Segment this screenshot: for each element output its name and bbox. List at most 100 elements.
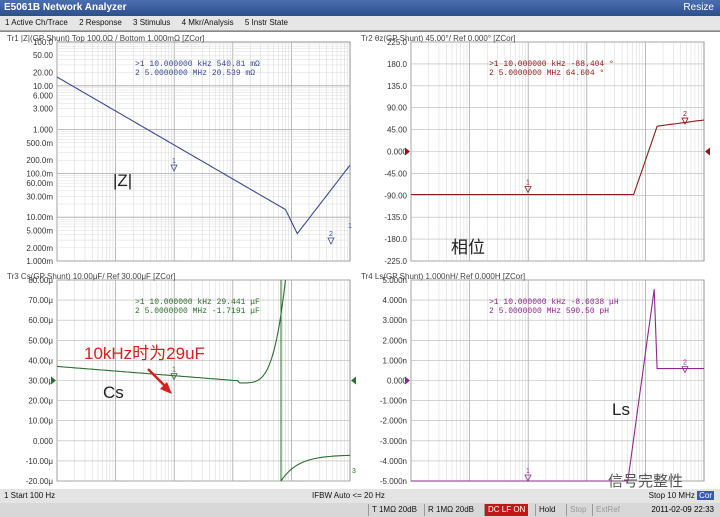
y-tick-label: 2.000n: [383, 336, 407, 345]
marker1-readout: >1 10.000000 kHz 29.441 μF: [135, 298, 260, 307]
ref-marker: [405, 147, 410, 156]
marker-number: 1: [526, 180, 530, 187]
menu-bar: 1 Active Ch/Trace 2 Response 3 Stimulus …: [0, 16, 720, 31]
dc-lf-status: DC LF ON: [484, 504, 529, 516]
y-tick-label: -90.00: [384, 191, 407, 200]
y-tick-label: 100.0: [33, 38, 54, 47]
y-tick-label: -2.000n: [380, 417, 407, 426]
y-tick-label: 10.00μ: [28, 417, 53, 426]
info-bar: T 1MΩ 20dB R 1MΩ 20dB DC LF ON Hold Stop…: [0, 503, 720, 517]
ref-marker: [351, 376, 356, 385]
y-tick-label: 10.00m: [26, 213, 53, 222]
marker2-readout: 2 5.0000000 MHz 590.50 pH: [489, 307, 609, 316]
y-tick-label: 60.00m: [26, 179, 53, 188]
stop-frequency[interactable]: Stop 10 MHz Cor: [649, 489, 714, 503]
y-tick-label: 1.000: [33, 126, 54, 135]
menu-stimulus[interactable]: 3 Stimulus: [133, 18, 170, 27]
y-tick-label: 10.00: [33, 82, 54, 91]
ref-marker: [705, 147, 710, 156]
marker-number: 2: [683, 111, 687, 118]
y-tick-label: 0.000: [387, 377, 408, 386]
y-tick-label: 0.000: [33, 437, 54, 446]
marker-number: 2: [329, 231, 333, 238]
y-tick-label: 100.0m: [26, 169, 53, 178]
watermark-text: 信号完整性: [608, 473, 683, 490]
ifbw-setting[interactable]: IFBW Auto <= 20 Hz: [312, 489, 385, 503]
hold-status: Hold: [535, 504, 558, 516]
cs-annotation: Cs: [103, 383, 124, 402]
stop-status: Stop: [566, 504, 589, 516]
y-tick-label: 5.000m: [26, 226, 53, 235]
resize-button[interactable]: Resize: [683, 0, 714, 16]
y-tick-label: 3.000: [33, 105, 54, 114]
trace-header: Tr2 θz(GP Shunt) 45.00°/ Ref 0.000° [ZCo…: [361, 34, 515, 43]
menu-active-ch-trace[interactable]: 1 Active Ch/Trace: [5, 18, 68, 27]
measurement-screen: Tr1 |Z|(GP Shunt) Top 100.0Ω / Bottom 1.…: [0, 31, 720, 491]
y-tick-label: 3.000n: [383, 316, 407, 325]
y-tick-label: 5.000n: [383, 276, 407, 285]
y-tick-label: -225.0: [384, 257, 407, 266]
y-tick-label: 20.00μ: [28, 397, 53, 406]
y-tick-label: -45.00: [384, 169, 407, 178]
y-tick-label: 4.000n: [383, 296, 407, 305]
y-tick-label: -10.00μ: [26, 457, 54, 466]
y-tick-label: -1.000n: [380, 397, 407, 406]
y-tick-label: -180.0: [384, 235, 407, 244]
y-tick-label: 60.00μ: [28, 316, 53, 325]
title-bar: E5061B Network Analyzer Resize: [0, 0, 720, 16]
marker-number: 1: [526, 468, 530, 475]
marker2-readout: 2 5.0000000 MHz 64.604 °: [489, 69, 604, 78]
menu-instr-state[interactable]: 5 Instr State: [245, 18, 288, 27]
status-bar: 1 Start 100 Hz IFBW Auto <= 20 Hz Stop 1…: [0, 489, 720, 503]
menu-mkr-analysis[interactable]: 4 Mkr/Analysis: [182, 18, 234, 27]
phase-annotation: 相位: [451, 238, 485, 257]
marker-number: 1: [172, 367, 176, 374]
timestamp: 2011-02-09 22:33: [651, 505, 714, 514]
y-tick-label: 30.00m: [26, 192, 53, 201]
marker-number: 3: [352, 468, 356, 475]
y-tick-label: 40.00μ: [28, 356, 53, 365]
start-frequency[interactable]: 1 Start 100 Hz: [4, 489, 55, 503]
marker1-readout: >1 10.000000 kHz -88.404 °: [489, 60, 614, 69]
callout-29uf: 10kHz时为29uF: [84, 344, 205, 363]
marker1-readout: >1 10.000000 kHz 540.81 mΩ: [135, 60, 260, 69]
y-tick-label: 50.00: [33, 51, 54, 60]
y-tick-label: 30.00μ: [28, 377, 53, 386]
y-tick-label: 90.00: [387, 104, 408, 113]
panel-tr2: Tr2 θz(GP Shunt) 45.00°/ Ref 0.000° [ZCo…: [361, 34, 710, 266]
y-tick-label: 80.00μ: [28, 276, 53, 285]
y-tick-label: 45.00: [387, 126, 408, 135]
y-tick-label: 50.00μ: [28, 336, 53, 345]
y-tick-label: 2.000m: [26, 244, 53, 253]
panel-tr4: Tr4 Ls(GP Shunt) 1.000nH/ Ref 0.000H [ZC…: [361, 272, 705, 486]
extref-status: ExtRef: [592, 504, 623, 516]
y-tick-label: 1.000n: [383, 356, 407, 365]
y-tick-label: 225.0: [387, 38, 408, 47]
marker-number: 2: [683, 360, 687, 367]
marker-number: 1: [348, 223, 352, 230]
y-tick-label: 1.000m: [26, 257, 53, 266]
t-port-setting: T 1MΩ 20dB: [368, 504, 420, 516]
r-port-setting: R 1MΩ 20dB: [424, 504, 477, 516]
window-title: E5061B Network Analyzer: [4, 2, 127, 13]
y-tick-label: -5.000n: [380, 477, 407, 486]
y-tick-label: -135.0: [384, 213, 407, 222]
ref-marker: [51, 376, 56, 385]
y-tick-label: 6.000: [33, 92, 54, 101]
trace-plots: Tr1 |Z|(GP Shunt) Top 100.0Ω / Bottom 1.…: [7, 34, 710, 490]
y-tick-label: 500.0m: [26, 139, 53, 148]
y-tick-label: -3.000n: [380, 437, 407, 446]
marker2-readout: 2 5.0000000 MHz -1.7191 μF: [135, 307, 260, 316]
marker1-readout: >1 10.000000 kHz -8.6038 μH: [489, 298, 619, 307]
panel-tr3: Tr3 Cs(GP Shunt) 10.00μF/ Ref 30.00μF [Z…: [7, 272, 356, 486]
y-tick-label: 180.0: [387, 60, 408, 69]
panel-tr1: Tr1 |Z|(GP Shunt) Top 100.0Ω / Bottom 1.…: [7, 34, 352, 266]
y-tick-label: 70.00μ: [28, 296, 53, 305]
menu-response[interactable]: 2 Response: [79, 18, 122, 27]
y-tick-label: 200.0m: [26, 156, 53, 165]
cor-indicator: Cor: [697, 491, 714, 500]
y-tick-label: -4.000n: [380, 457, 407, 466]
ls-annotation: Ls: [612, 400, 630, 419]
ref-marker: [405, 376, 410, 385]
y-tick-label: 0.000: [387, 148, 408, 157]
